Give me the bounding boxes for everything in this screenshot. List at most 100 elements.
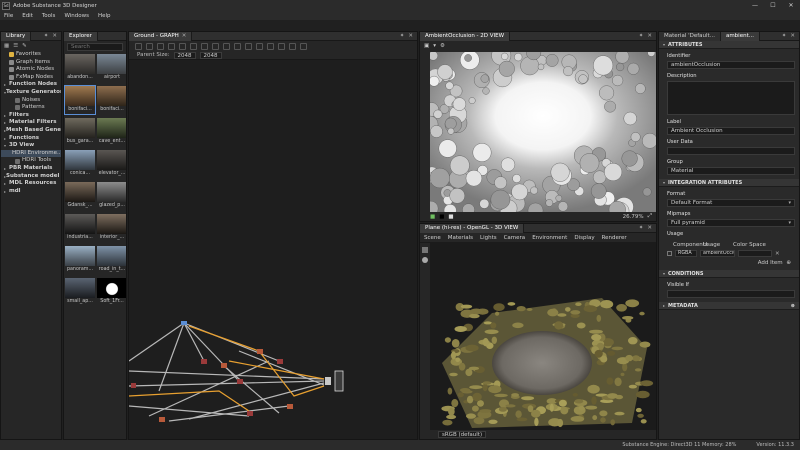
zoom-tool-icon[interactable] <box>157 42 164 50</box>
size-x-select[interactable]: 2048 <box>173 51 196 59</box>
layout-tool-icon[interactable] <box>278 42 285 50</box>
close-panel-icon[interactable]: ✕ <box>647 225 652 231</box>
select-tool-icon[interactable] <box>135 42 142 50</box>
wire-tool-icon[interactable] <box>289 42 296 50</box>
menu-help[interactable]: Help <box>98 13 111 19</box>
tab-material[interactable]: Material 'Default... <box>659 32 721 41</box>
3d-viewport[interactable] <box>432 243 656 431</box>
pin-icon[interactable]: ✦ <box>44 33 49 39</box>
hdri-thumbnail[interactable]: industria... <box>65 214 95 242</box>
library-item[interactable]: ▸ PBR Materials <box>1 165 61 173</box>
comment-tool-icon[interactable] <box>179 42 186 50</box>
library-item[interactable]: ▸ Functions <box>1 135 61 143</box>
hdri-thumbnail[interactable]: bonifaci... <box>97 86 126 114</box>
hdri-thumbnail[interactable]: road_in_t... <box>97 246 126 274</box>
library-item[interactable]: ▸ Function Nodes <box>1 81 61 89</box>
view3d-menu-item[interactable]: Camera <box>504 235 526 241</box>
settings-tool-icon[interactable] <box>267 42 274 50</box>
library-item[interactable]: ▾ 3D View <box>1 142 61 150</box>
hdri-thumbnail[interactable]: cave_ent... <box>97 118 126 146</box>
menu-edit[interactable]: Edit <box>22 13 33 19</box>
library-item[interactable]: ▸ Material Filters <box>1 119 61 127</box>
tab-2d-view[interactable]: AmbientOcclusion - 2D VIEW <box>420 32 511 41</box>
edit-icon[interactable]: ✎ <box>22 43 27 49</box>
distribute-tool-icon[interactable] <box>212 42 219 50</box>
graph-node[interactable] <box>181 321 187 325</box>
graph-node[interactable] <box>247 411 253 416</box>
channel-icon[interactable]: ■ <box>430 214 435 220</box>
library-item[interactable]: Graph Items <box>1 59 61 67</box>
hdri-thumbnail[interactable]: interior_... <box>97 214 126 242</box>
close-button[interactable]: ✕ <box>782 2 800 9</box>
library-item[interactable]: FxMap Nodes <box>1 74 61 82</box>
black-bg-icon[interactable]: ■ <box>439 214 444 220</box>
remove-usage-icon[interactable]: ✕ <box>775 251 780 257</box>
graph-node[interactable] <box>277 359 283 364</box>
light-icon[interactable] <box>422 257 428 263</box>
graph-node[interactable] <box>159 417 165 422</box>
library-item[interactable]: Patterns <box>1 104 61 112</box>
conditions-section[interactable]: ▾ CONDITIONS <box>659 270 799 278</box>
library-item[interactable]: ▾ Texture Generators <box>1 89 61 97</box>
graph-node[interactable] <box>221 363 227 368</box>
attributes-section[interactable]: ▾ ATTRIBUTES <box>659 41 799 49</box>
metadata-section[interactable]: ▸ METADATA ⊕ <box>659 302 799 310</box>
mipmaps-select[interactable]: Full pyramid <box>667 219 795 227</box>
library-item[interactable]: Atomic Nodes <box>1 66 61 74</box>
menu-windows[interactable]: Windows <box>64 13 89 19</box>
hdri-thumbnail[interactable]: abandon... <box>65 54 95 82</box>
close-icon[interactable]: ✕ <box>182 33 187 39</box>
library-item[interactable]: ▸Substance model g... <box>1 173 61 181</box>
view3d-menu-item[interactable]: Environment <box>532 235 567 241</box>
graph-node[interactable] <box>201 359 207 364</box>
library-item[interactable]: ▸ mdl <box>1 188 61 196</box>
library-item[interactable]: Favorites <box>1 51 61 59</box>
tab-ambient[interactable]: ambient... <box>720 32 760 41</box>
hdri-thumbnail[interactable]: airport <box>97 54 126 82</box>
link-tool-icon[interactable] <box>245 42 252 50</box>
menu-tools[interactable]: Tools <box>42 13 56 19</box>
integration-section[interactable]: ▾ INTEGRATION ATTRIBUTES <box>659 179 799 187</box>
add-icon[interactable]: ⊕ <box>786 260 791 266</box>
tab-explorer[interactable]: Explorer <box>64 32 98 41</box>
image-icon[interactable]: ▣ <box>424 43 429 49</box>
pin-icon[interactable]: ✦ <box>639 33 644 39</box>
dropdown-icon[interactable]: ▾ <box>433 43 436 49</box>
pin-icon[interactable]: ✦ <box>639 225 644 231</box>
fit-tool-icon[interactable] <box>190 42 197 50</box>
tab-library[interactable]: Library <box>1 32 32 41</box>
close-panel-icon[interactable]: ✕ <box>790 33 795 39</box>
zoom-readout[interactable]: 26.79% <box>623 214 644 220</box>
visible-if-field[interactable] <box>667 290 795 298</box>
frame-tool-icon[interactable] <box>168 42 175 50</box>
ambient-occlusion-preview[interactable] <box>430 52 656 212</box>
colorspace-select[interactable]: sRGB (default) <box>438 431 487 438</box>
description-field[interactable] <box>667 81 795 115</box>
hdri-thumbnail[interactable]: elevator_... <box>97 150 126 178</box>
tab-graph[interactable]: Ground - GRAPH ✕ <box>129 32 193 41</box>
usage-select[interactable]: ambientOcclusion <box>700 250 735 257</box>
align-tool-icon[interactable] <box>201 42 208 50</box>
hdri-thumbnail[interactable]: panoram... <box>65 246 95 274</box>
pan-tool-icon[interactable] <box>146 42 153 50</box>
hdri-thumbnail[interactable]: bonifaci... <box>64 85 96 115</box>
tab-3d-view[interactable]: Plane (hi-res) - OpenGL - 3D VIEW <box>420 224 525 233</box>
graph-node[interactable] <box>325 377 331 385</box>
view3d-menu-item[interactable]: Renderer <box>602 235 627 241</box>
list-view-icon[interactable]: ☰ <box>13 43 18 49</box>
maximize-button[interactable]: ☐ <box>764 2 782 9</box>
grid-tool-icon[interactable] <box>223 42 230 50</box>
graph-node[interactable] <box>257 349 263 354</box>
graph-canvas[interactable]: 154 <box>129 61 418 440</box>
menu-file[interactable]: File <box>4 13 13 19</box>
pin-icon[interactable]: ✦ <box>400 33 405 39</box>
graph-node[interactable] <box>131 383 136 388</box>
label-field[interactable]: Ambient Occlusion <box>667 127 795 135</box>
identifier-field[interactable]: ambientOcclusion <box>667 61 795 69</box>
library-item[interactable]: HDRI Environme... <box>1 149 61 158</box>
fit-icon[interactable]: ⤢ <box>648 213 656 220</box>
view3d-menu-item[interactable]: Lights <box>480 235 497 241</box>
library-item[interactable]: HDRI Tools <box>1 157 61 165</box>
explorer-search-input[interactable]: Search <box>67 43 123 51</box>
components-select[interactable]: RGBA <box>675 250 697 257</box>
